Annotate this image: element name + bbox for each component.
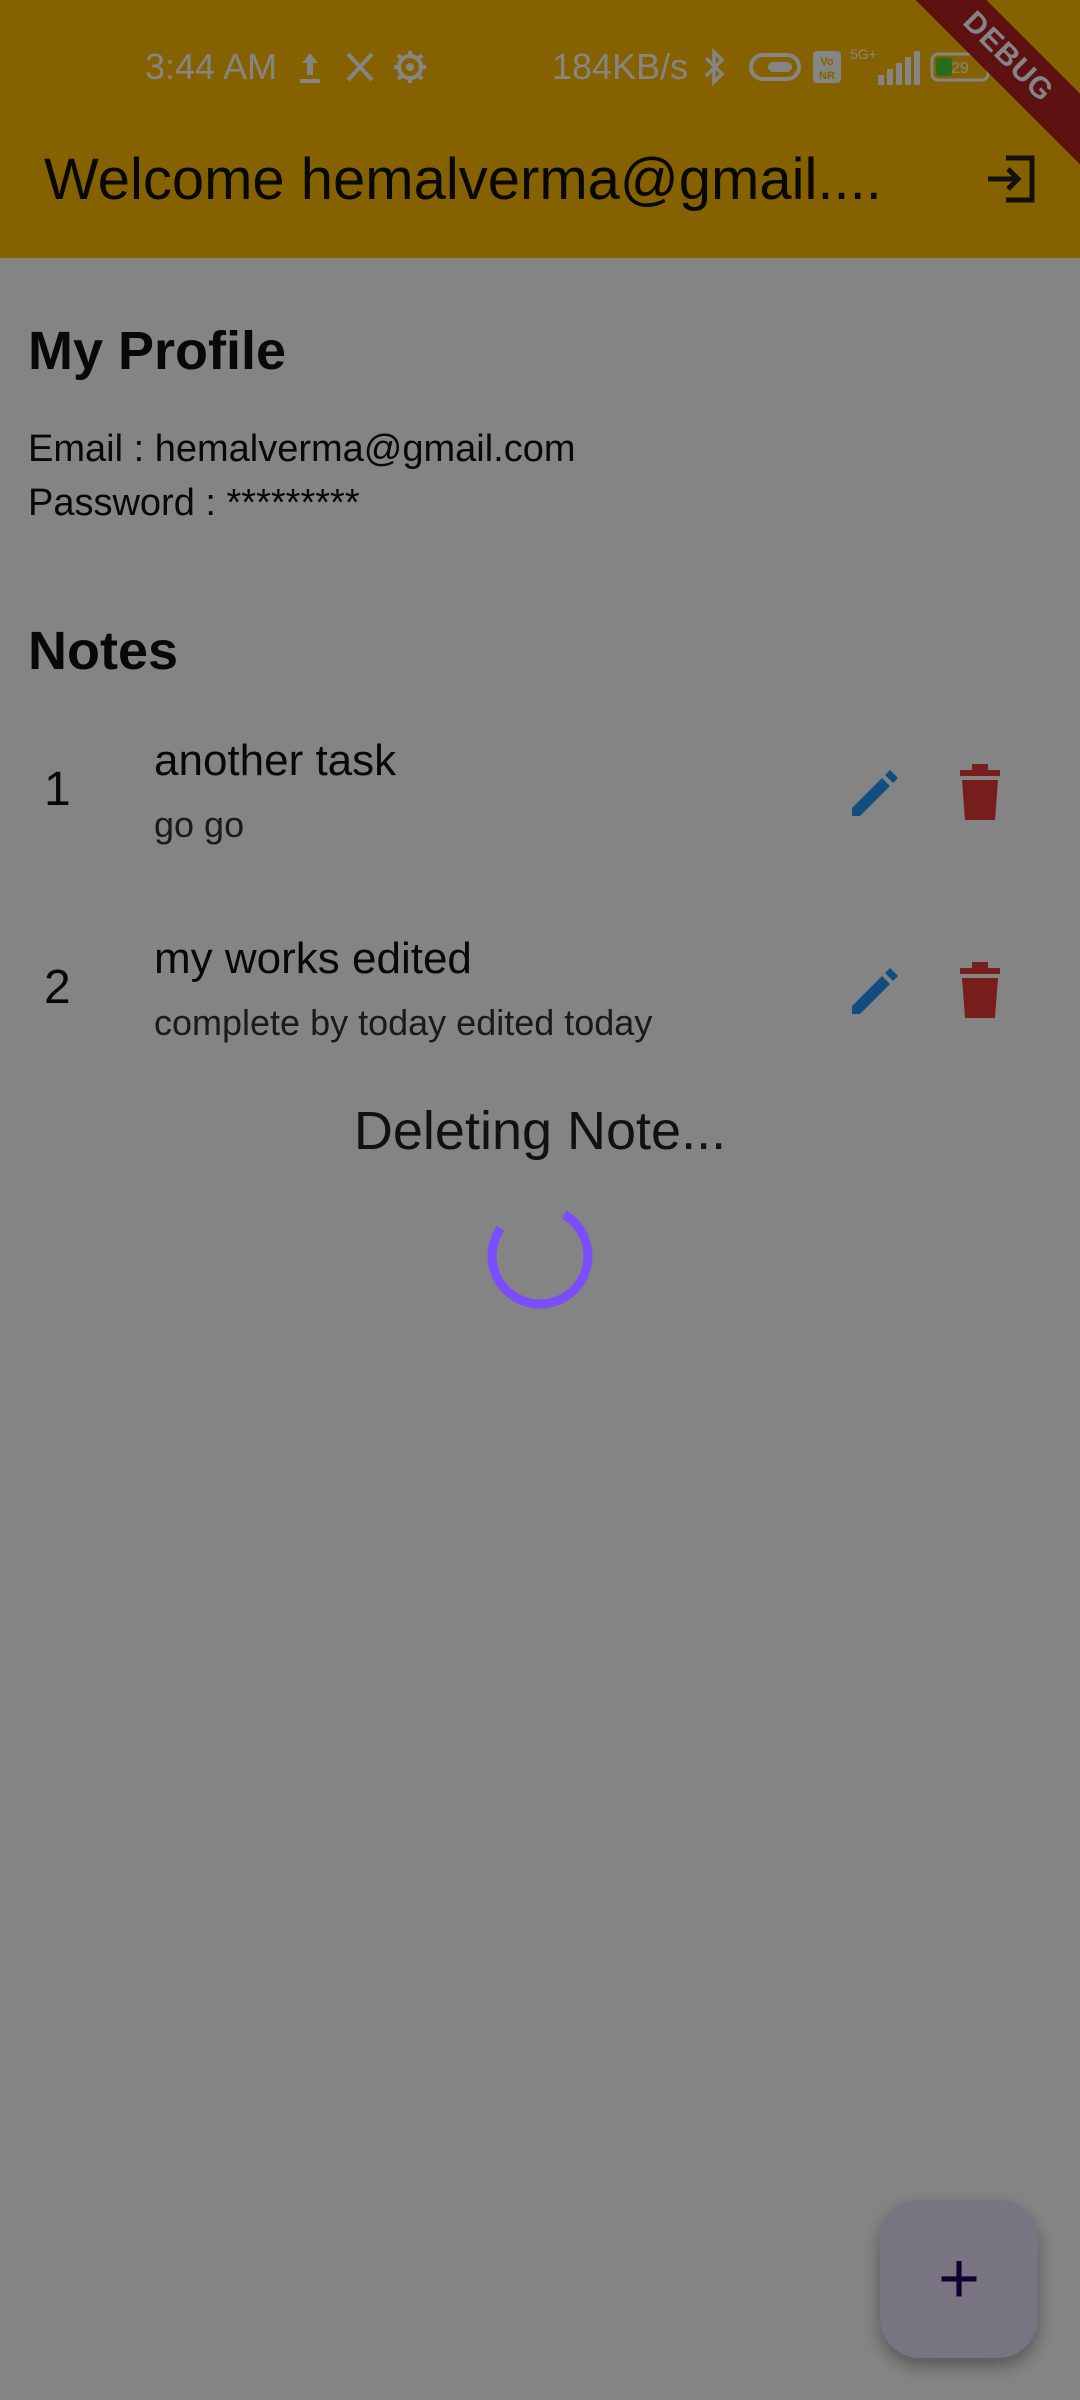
loading-dialog: Deleting Note... — [0, 0, 1080, 2400]
loading-spinner — [484, 1200, 596, 1312]
loading-message: Deleting Note... — [353, 1101, 727, 1161]
